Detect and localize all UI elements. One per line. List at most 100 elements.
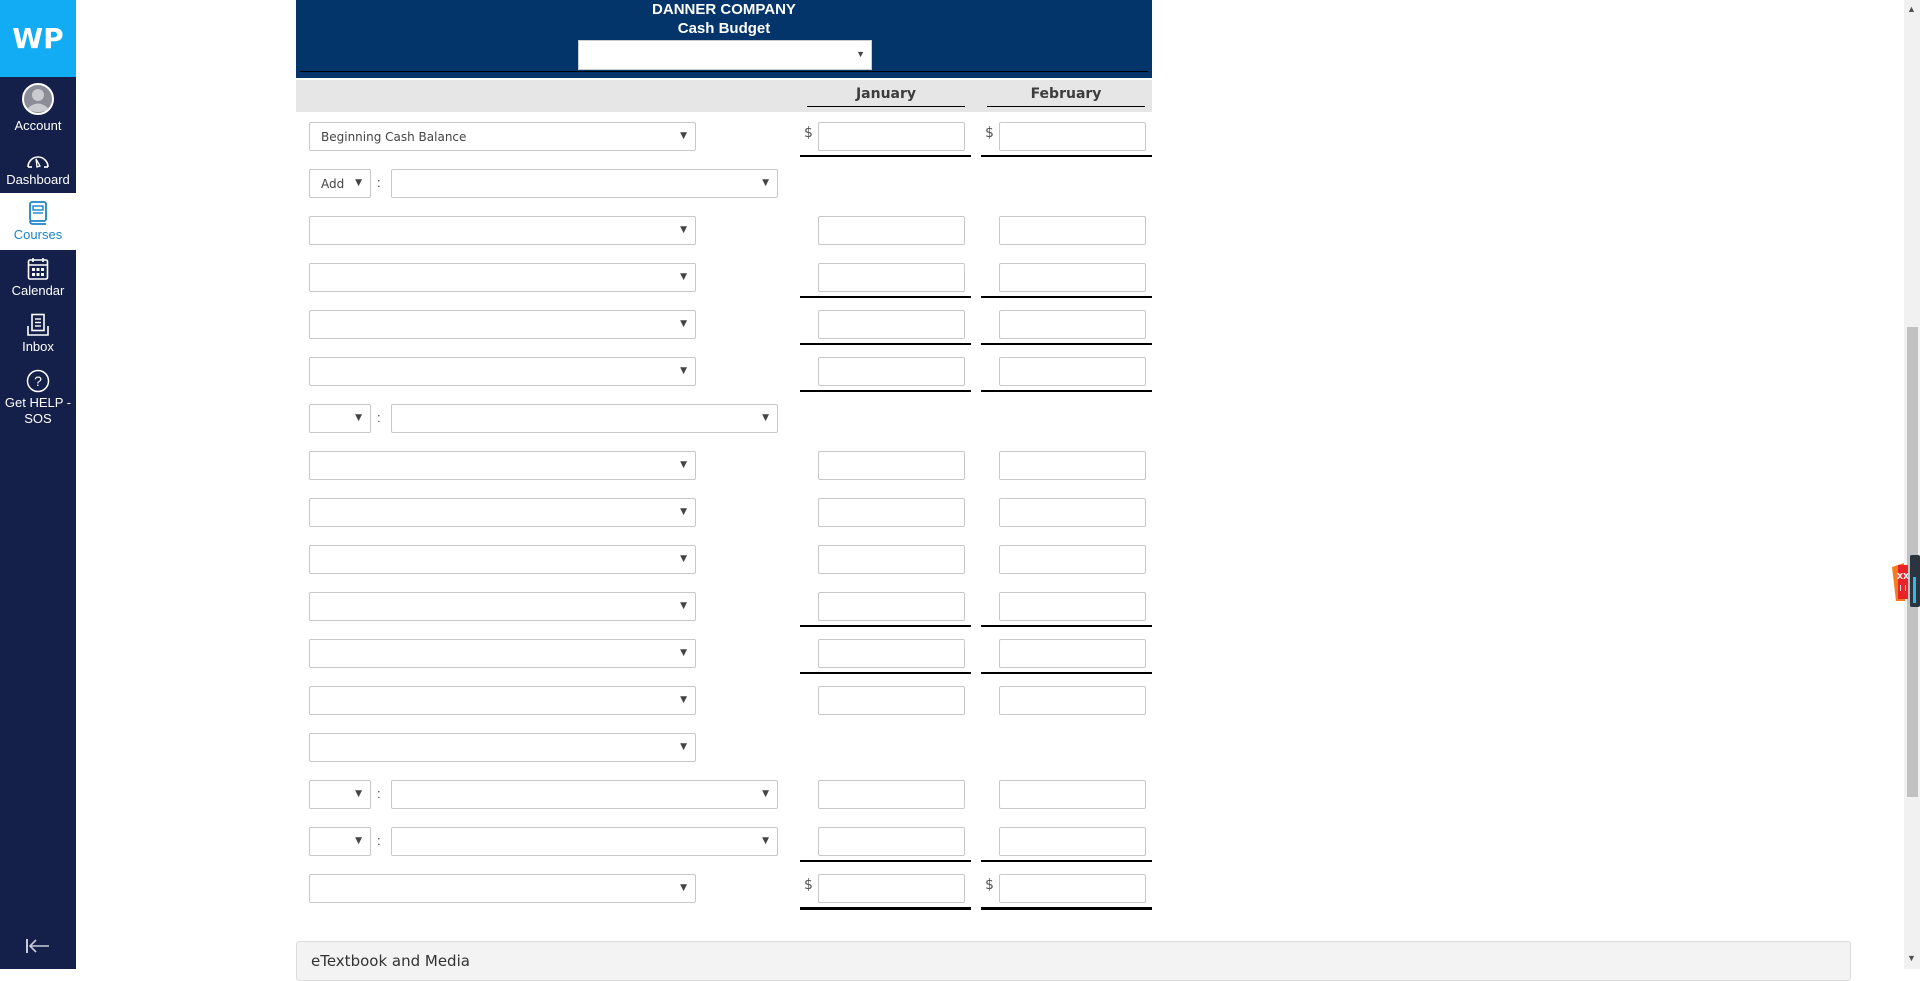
line-item-select-value: Beginning Cash Balance [321, 129, 467, 144]
operation-select[interactable]: ▼ [309, 780, 371, 809]
scroll-up-icon[interactable]: ▲ [1907, 4, 1916, 14]
january-amount-input[interactable] [818, 216, 965, 245]
column-january: January [807, 86, 965, 107]
budget-header: DANNER COMPANY Cash Budget ▼ [296, 0, 1152, 78]
chevron-down-icon: ▼ [762, 178, 769, 188]
february-total-underline [981, 390, 1152, 392]
period-select[interactable]: ▼ [578, 40, 872, 70]
dollar-sign: $ [985, 877, 994, 893]
line-item-select[interactable]: ▼ [309, 310, 696, 339]
sidebar-item-account[interactable]: Account [0, 82, 76, 138]
line-item-select[interactable]: ▼ [391, 404, 778, 433]
january-amount-input[interactable] [818, 310, 965, 339]
chevron-down-icon: ▼ [680, 742, 687, 752]
line-item-select[interactable]: ▼ [309, 733, 696, 762]
february-amount-input[interactable] [999, 498, 1146, 527]
chevron-down-icon: ▼ [680, 554, 687, 564]
line-item-select[interactable]: ▼ [309, 216, 696, 245]
line-item-select[interactable]: ▼ [309, 545, 696, 574]
january-total-underline [800, 343, 971, 345]
sidebar-item-label: Dashboard [6, 172, 70, 187]
sidebar-item-calendar[interactable]: Calendar [0, 257, 76, 307]
chevron-down-icon: ▼ [680, 131, 687, 141]
january-amount-input[interactable] [818, 874, 965, 903]
calendar-icon [27, 258, 49, 280]
february-amount-input[interactable] [999, 545, 1146, 574]
line-item-select[interactable]: ▼ [391, 169, 778, 198]
february-amount-input[interactable] [999, 310, 1146, 339]
line-item-select[interactable]: ▼ [309, 592, 696, 621]
february-amount-input[interactable] [999, 874, 1146, 903]
sidebar-item-label: Account [14, 118, 62, 133]
chevron-down-icon: ▼ [680, 366, 687, 376]
etextbook-media-panel[interactable]: eTextbook and Media [296, 941, 1851, 981]
line-item-select[interactable]: ▼ [309, 451, 696, 480]
operation-select[interactable]: Add ▼ [309, 169, 371, 198]
january-amount-input[interactable] [818, 592, 965, 621]
february-amount-input[interactable] [999, 639, 1146, 668]
january-amount-input[interactable] [818, 780, 965, 809]
february-amount-input[interactable] [999, 827, 1146, 856]
sidebar-item-dashboard[interactable]: Dashboard [0, 150, 76, 192]
wp-logo[interactable]: WP [0, 0, 76, 77]
sidebar-item-courses[interactable]: Courses [0, 193, 76, 250]
february-amount-input[interactable] [999, 780, 1146, 809]
january-amount-input[interactable] [818, 263, 965, 292]
february-total-underline [981, 155, 1152, 157]
divider [300, 71, 1148, 72]
line-item-select[interactable]: ▼ [391, 780, 778, 809]
line-item-select[interactable]: ▼ [309, 357, 696, 386]
line-item-select[interactable]: ▼ [309, 263, 696, 292]
line-item-select[interactable]: ▼ [391, 827, 778, 856]
line-item-select[interactable]: ▼ [309, 498, 696, 527]
february-total-underline [981, 343, 1152, 345]
january-amount-input[interactable] [818, 686, 965, 715]
february-amount-input[interactable] [999, 451, 1146, 480]
statement-title: Cash Budget [677, 20, 771, 37]
january-total-underline [800, 155, 971, 157]
february-total-underline [981, 860, 1152, 862]
chevron-down-icon: ▼ [680, 883, 687, 893]
january-amount-input[interactable] [818, 451, 965, 480]
january-amount-input[interactable] [818, 357, 965, 386]
january-total-underline [800, 390, 971, 392]
january-amount-input[interactable] [818, 827, 965, 856]
chevron-down-icon: ▼ [762, 413, 769, 423]
january-amount-input[interactable] [818, 498, 965, 527]
january-amount-input[interactable] [818, 545, 965, 574]
february-amount-input[interactable] [999, 263, 1146, 292]
february-amount-input[interactable] [999, 686, 1146, 715]
courses-icon [29, 201, 47, 225]
chevron-down-icon: ▼ [680, 507, 687, 517]
dashboard-icon [27, 156, 49, 168]
colon-separator: : [377, 175, 381, 190]
february-total-underline [981, 907, 1152, 910]
february-amount-input[interactable] [999, 216, 1146, 245]
line-item-select[interactable]: ▼ [309, 639, 696, 668]
line-item-select[interactable]: ▼ [309, 874, 696, 903]
line-item-select[interactable]: ▼ [309, 686, 696, 715]
promo-badge-icon: XX I I [1892, 555, 1920, 607]
sidebar-item-help[interactable]: ? Get HELP - SOS [0, 369, 76, 431]
sidebar-item-label: Calendar [11, 283, 65, 298]
svg-text:XX: XX [1897, 572, 1910, 581]
february-amount-input[interactable] [999, 122, 1146, 151]
collapse-sidebar-button[interactable] [24, 935, 52, 957]
february-amount-input[interactable] [999, 592, 1146, 621]
column-february: February [987, 86, 1145, 107]
floating-promo-widget[interactable]: XX I I [1890, 555, 1920, 607]
column-header-row: January February [296, 80, 1152, 112]
operation-select[interactable]: ▼ [309, 404, 371, 433]
january-amount-input[interactable] [818, 639, 965, 668]
company-name: DANNER COMPANY [652, 1, 796, 18]
line-item-select[interactable]: Beginning Cash Balance ▼ [309, 122, 696, 151]
sidebar-item-inbox[interactable]: Inbox [0, 313, 76, 363]
chevron-down-icon: ▼ [680, 648, 687, 658]
february-amount-input[interactable] [999, 357, 1146, 386]
chevron-down-icon: ▼ [680, 225, 687, 235]
scroll-down-icon[interactable]: ▼ [1907, 953, 1916, 963]
operation-select[interactable]: ▼ [309, 827, 371, 856]
january-amount-input[interactable] [818, 122, 965, 151]
svg-text:?: ? [34, 373, 42, 389]
page-scrollbar[interactable]: ▲ ▼ [1904, 0, 1920, 969]
